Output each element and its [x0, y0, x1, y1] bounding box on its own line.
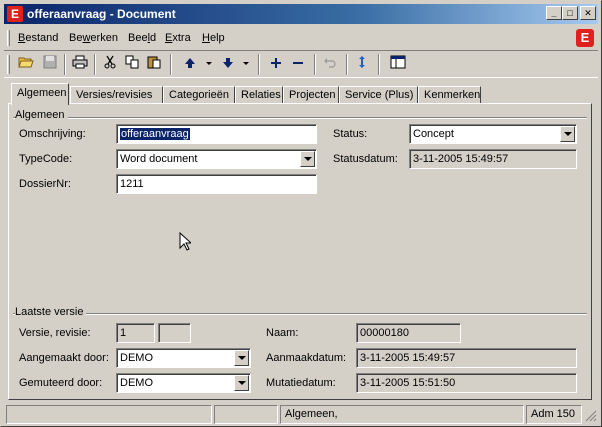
- tab-relaties[interactable]: Relaties: [235, 86, 283, 104]
- typecode-select[interactable]: Word document: [116, 149, 317, 169]
- paste-icon[interactable]: [144, 55, 164, 74]
- chevron-down-icon[interactable]: [243, 62, 249, 65]
- status-panel-2: [214, 405, 278, 424]
- versie-revisie-label: Versie, revisie:: [19, 327, 91, 339]
- chevron-down-icon[interactable]: [234, 375, 249, 391]
- resize-grip[interactable]: [584, 409, 597, 422]
- minimize-button[interactable]: _: [546, 6, 562, 20]
- brand-logo-icon: E: [576, 29, 594, 47]
- app-logo-icon[interactable]: E: [7, 6, 23, 22]
- tab-projecten[interactable]: Projecten: [283, 86, 339, 104]
- status-panel-1: [6, 405, 212, 424]
- status-bar: Algemeen, Adm 150: [4, 405, 598, 424]
- toolbar-separator: [378, 54, 380, 75]
- mutatiedatum-field: 3-11-2005 15:51:50: [356, 373, 577, 393]
- document-window: E offeraanvraag - Document _ □ ✕ Bestand…: [0, 0, 602, 427]
- arrow-down-icon[interactable]: [218, 55, 238, 74]
- statusdatum-field: 3-11-2005 15:49:57: [409, 149, 577, 169]
- toolbar-separator: [314, 54, 316, 75]
- gemuteerd-select[interactable]: DEMO: [116, 373, 251, 393]
- status-select[interactable]: Concept: [409, 124, 577, 144]
- chevron-down-icon[interactable]: [300, 151, 315, 167]
- status-label: Status:: [333, 128, 368, 140]
- omschrijving-label: Omschrijving:: [19, 128, 86, 140]
- toolbar-separator: [258, 54, 260, 75]
- omschrijving-input[interactable]: offeraanvraag: [116, 124, 317, 144]
- status-panel-3: Algemeen,: [280, 405, 524, 424]
- tab-service-plus[interactable]: Service (Plus): [339, 86, 418, 104]
- gemuteerd-value: DEMO: [120, 377, 153, 389]
- status-value: Concept: [413, 128, 454, 140]
- tab-kenmerken[interactable]: Kenmerken: [418, 86, 481, 104]
- add-icon[interactable]: [266, 55, 286, 74]
- arrow-up-icon[interactable]: [180, 55, 200, 74]
- group-divider: [13, 313, 587, 315]
- naam-label: Naam:: [266, 327, 299, 339]
- menu-beeld[interactable]: Beeld: [128, 32, 156, 44]
- gemuteerd-label: Gemuteerd door:: [19, 377, 103, 389]
- group-title-algemeen: Algemeen: [15, 109, 68, 121]
- typecode-label: TypeCode:: [19, 153, 73, 165]
- layout-icon[interactable]: [388, 55, 408, 74]
- tab-panel-algemeen: Algemeen Omschrijving: offeraanvraag Typ…: [8, 103, 592, 400]
- open-folder-icon[interactable]: [16, 55, 36, 74]
- toolbar-separator: [346, 54, 348, 75]
- menu-bewerken[interactable]: Bewerken: [69, 32, 118, 44]
- close-button[interactable]: ✕: [580, 6, 596, 20]
- chevron-down-icon[interactable]: [234, 350, 249, 366]
- maximize-button[interactable]: □: [562, 6, 578, 20]
- toolbar: [4, 50, 598, 78]
- menu-grip[interactable]: [7, 30, 10, 46]
- aanmaakdatum-label: Aanmaakdatum:: [266, 352, 347, 364]
- aanmaakdatum-field: 3-11-2005 15:49:57: [356, 348, 577, 368]
- dossiernr-label: DossierNr:: [19, 178, 71, 190]
- mutatiedatum-label: Mutatiedatum:: [266, 377, 336, 389]
- refresh-icon[interactable]: [352, 55, 372, 74]
- status-panel-4: Adm 150: [526, 405, 582, 424]
- revisie-field: [158, 323, 191, 343]
- tab-algemeen[interactable]: Algemeen: [11, 83, 69, 105]
- tab-versies-revisies[interactable]: Versies/revisies: [70, 86, 163, 104]
- versie-field: 1: [116, 323, 155, 343]
- print-icon[interactable]: [70, 55, 90, 74]
- group-title-laatste-versie: Laatste versie: [15, 306, 87, 318]
- toolbar-separator: [64, 54, 66, 75]
- typecode-value: Word document: [120, 153, 198, 165]
- dossiernr-input[interactable]: 1211: [116, 174, 317, 194]
- chevron-down-icon[interactable]: [560, 126, 575, 142]
- remove-icon[interactable]: [288, 55, 308, 74]
- title-bar[interactable]: E offeraanvraag - Document _ □ ✕: [4, 4, 598, 24]
- toolbar-separator: [170, 54, 172, 75]
- cut-icon[interactable]: [100, 55, 120, 74]
- toolbar-grip[interactable]: [7, 55, 10, 74]
- save-icon[interactable]: [40, 55, 60, 74]
- toolbar-separator: [94, 54, 96, 75]
- naam-field: 00000180: [356, 323, 461, 343]
- aangemaakt-select[interactable]: DEMO: [116, 348, 251, 368]
- statusdatum-label: Statusdatum:: [333, 153, 398, 165]
- chevron-down-icon[interactable]: [206, 62, 212, 65]
- tab-categorieen[interactable]: Categorieën: [163, 86, 235, 104]
- mouse-cursor-icon: [179, 231, 193, 254]
- menu-extra[interactable]: Extra: [165, 32, 191, 44]
- copy-icon[interactable]: [122, 55, 142, 74]
- group-divider: [13, 117, 587, 119]
- aangemaakt-value: DEMO: [120, 352, 153, 364]
- window-title: offeraanvraag - Document: [27, 7, 176, 21]
- menu-bar: Bestand Bewerken Beeld Extra Help E: [4, 27, 598, 49]
- menu-bestand[interactable]: Bestand: [18, 32, 58, 44]
- menu-help[interactable]: Help: [202, 32, 225, 44]
- aangemaakt-label: Aangemaakt door:: [19, 352, 109, 364]
- undo-icon[interactable]: [320, 55, 340, 74]
